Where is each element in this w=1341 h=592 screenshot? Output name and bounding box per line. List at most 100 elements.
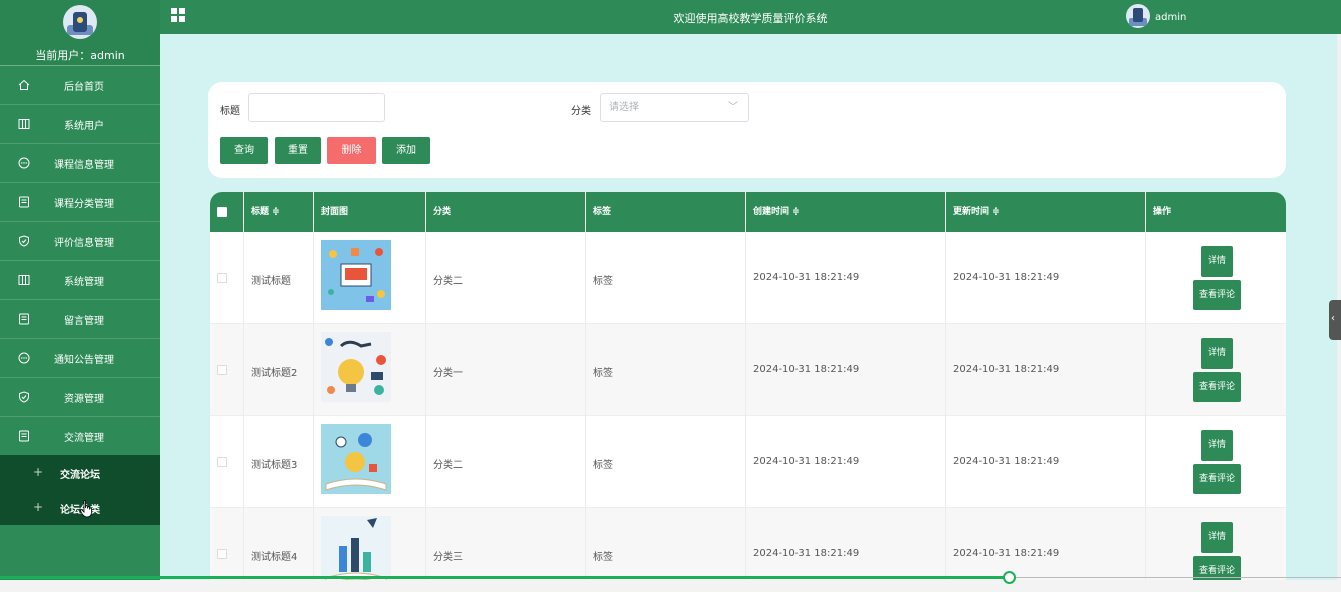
created-cell: 2024-10-31 18:21:49 <box>746 232 946 324</box>
search-panel: 标题 分类 请选择 ﹀ 查询 重置 删除 添加 <box>208 82 1286 178</box>
top-bar: 欢迎使用高校教学质量评价系统 admin <box>160 0 1341 34</box>
sidebar-item-label: 交流管理 <box>64 432 104 444</box>
detail-button[interactable]: 详情 <box>1201 246 1233 277</box>
detail-button[interactable]: 详情 <box>1201 430 1233 461</box>
sidebar-item-resources[interactable]: 资源管理 <box>0 378 160 417</box>
row-category: 分类二 <box>433 276 463 287</box>
sidebar-item-label: 系统用户 <box>64 120 104 132</box>
column-updated-header[interactable]: 更新时间 ≑ <box>946 192 1146 232</box>
select-all-header <box>210 192 244 232</box>
row-title: 测试标题4 <box>251 552 298 563</box>
table-row: 测试标题 分类二 标签 2024-10-31 18:21:49 2024-10-… <box>210 232 1286 324</box>
view-comments-button[interactable]: 查看评论 <box>1193 280 1241 310</box>
row-created: 2024-10-31 18:21:49 <box>753 456 860 467</box>
row-category: 分类三 <box>433 552 463 563</box>
title-search-input[interactable] <box>248 93 385 122</box>
category-filter-label: 分类 <box>571 106 591 117</box>
chat-icon <box>18 157 30 169</box>
sidebar-item-notices[interactable]: 通知公告管理 <box>0 339 160 378</box>
column-created-header[interactable]: 创建时间 ≑ <box>746 192 946 232</box>
avatar <box>63 5 97 39</box>
sidebar-header: 当前用户：admin <box>0 0 160 66</box>
document-icon <box>19 430 29 442</box>
tag-cell: 标签 <box>586 324 746 416</box>
cover-cell <box>314 324 426 416</box>
sidebar-item-course-category[interactable]: 课程分类管理 <box>0 183 160 222</box>
username-label[interactable]: admin <box>1155 12 1186 23</box>
sidebar-item-system-users[interactable]: 系统用户 <box>0 105 160 144</box>
row-title: 测试标题2 <box>251 368 298 379</box>
table-header: 标题 ≑ 封面图 分类 标签 创建时间 ≑ 更新时间 ≑ 操作 <box>210 192 1286 232</box>
row-checkbox[interactable] <box>217 365 227 375</box>
row-title: 测试标题 <box>251 276 291 287</box>
view-comments-button[interactable]: 查看评论 <box>1193 464 1241 494</box>
cover-image <box>321 332 391 402</box>
row-updated: 2024-10-31 18:21:49 <box>953 548 1060 559</box>
row-tag: 标签 <box>593 552 613 563</box>
sidebar-item-course-info[interactable]: 课程信息管理 <box>0 144 160 183</box>
sidebar-item-evaluation[interactable]: 评价信息管理 <box>0 222 160 261</box>
column-tag-header: 标签 <box>586 192 746 232</box>
title-cell: 测试标题2 <box>244 324 314 416</box>
row-checkbox[interactable] <box>217 549 227 559</box>
column-title-header[interactable]: 标题 ≑ <box>244 192 314 232</box>
sidebar-item-exchange[interactable]: 交流管理 <box>0 417 160 456</box>
progress-track <box>1009 577 1341 578</box>
chat-icon <box>18 352 30 364</box>
sidebar-item-label: 通知公告管理 <box>54 354 114 366</box>
query-button[interactable]: 查询 <box>220 137 268 164</box>
sidebar: 当前用户：admin 后台首页 系统用户 课程信息管理 课程分类管理 评价信息管… <box>0 0 160 592</box>
sidebar-item-label: 资源管理 <box>64 393 104 405</box>
title-cell: 测试标题 <box>244 232 314 324</box>
cover-cell <box>314 416 426 508</box>
title-filter-label: 标题 <box>220 106 240 117</box>
plus-icon: + <box>33 500 44 514</box>
cover-image <box>321 424 391 494</box>
columns-icon <box>18 275 30 285</box>
category-cell: 分类二 <box>426 416 586 508</box>
updated-cell: 2024-10-31 18:21:49 <box>946 324 1146 416</box>
created-cell: 2024-10-31 18:21:49 <box>746 416 946 508</box>
side-collapse-handle[interactable]: ‹ <box>1329 300 1341 340</box>
detail-button[interactable]: 详情 <box>1201 522 1233 553</box>
plus-icon: + <box>33 465 44 479</box>
row-updated: 2024-10-31 18:21:49 <box>953 272 1060 283</box>
document-icon <box>19 313 29 325</box>
reset-button[interactable]: 重置 <box>275 137 321 164</box>
sidebar-item-system-management[interactable]: 系统管理 <box>0 261 160 300</box>
sidebar-item-messages[interactable]: 留言管理 <box>0 300 160 339</box>
submenu-item-label: 交流论坛 <box>60 470 100 481</box>
row-created: 2024-10-31 18:21:49 <box>753 272 860 283</box>
sidebar-item-label: 评价信息管理 <box>54 237 114 249</box>
column-category-header: 分类 <box>426 192 586 232</box>
bottom-strip <box>0 580 1341 592</box>
row-checkbox[interactable] <box>217 457 227 467</box>
progress-handle[interactable] <box>1003 571 1016 584</box>
shield-icon <box>19 391 29 403</box>
chevron-down-icon: ﹀ <box>728 102 738 113</box>
view-comments-button[interactable]: 查看评论 <box>1193 372 1241 402</box>
category-select[interactable]: 请选择 ﹀ <box>600 93 749 122</box>
sidebar-item-label: 后台首页 <box>64 81 104 93</box>
select-all-checkbox[interactable] <box>217 207 227 217</box>
updated-cell: 2024-10-31 18:21:49 <box>946 416 1146 508</box>
row-category: 分类一 <box>433 368 463 379</box>
submenu-item-forum[interactable]: + 交流论坛 <box>0 455 160 490</box>
current-user-label: 当前用户：admin <box>35 49 125 62</box>
tag-cell: 标签 <box>586 232 746 324</box>
detail-button[interactable]: 详情 <box>1201 338 1233 369</box>
cover-cell <box>314 232 426 324</box>
updated-cell: 2024-10-31 18:21:49 <box>946 232 1146 324</box>
data-table: 标题 ≑ 封面图 分类 标签 创建时间 ≑ 更新时间 ≑ 操作 测试标题 分类二… <box>210 192 1286 592</box>
user-avatar[interactable] <box>1126 4 1150 28</box>
cover-image <box>321 240 391 310</box>
row-updated: 2024-10-31 18:21:49 <box>953 364 1060 375</box>
progress-fill <box>0 576 1009 579</box>
row-checkbox[interactable] <box>217 273 227 283</box>
column-actions-header: 操作 <box>1153 207 1172 217</box>
add-button[interactable]: 添加 <box>382 137 430 164</box>
home-icon <box>18 79 30 90</box>
tag-cell: 标签 <box>586 416 746 508</box>
delete-button[interactable]: 删除 <box>327 137 376 164</box>
sidebar-item-home[interactable]: 后台首页 <box>0 66 160 105</box>
